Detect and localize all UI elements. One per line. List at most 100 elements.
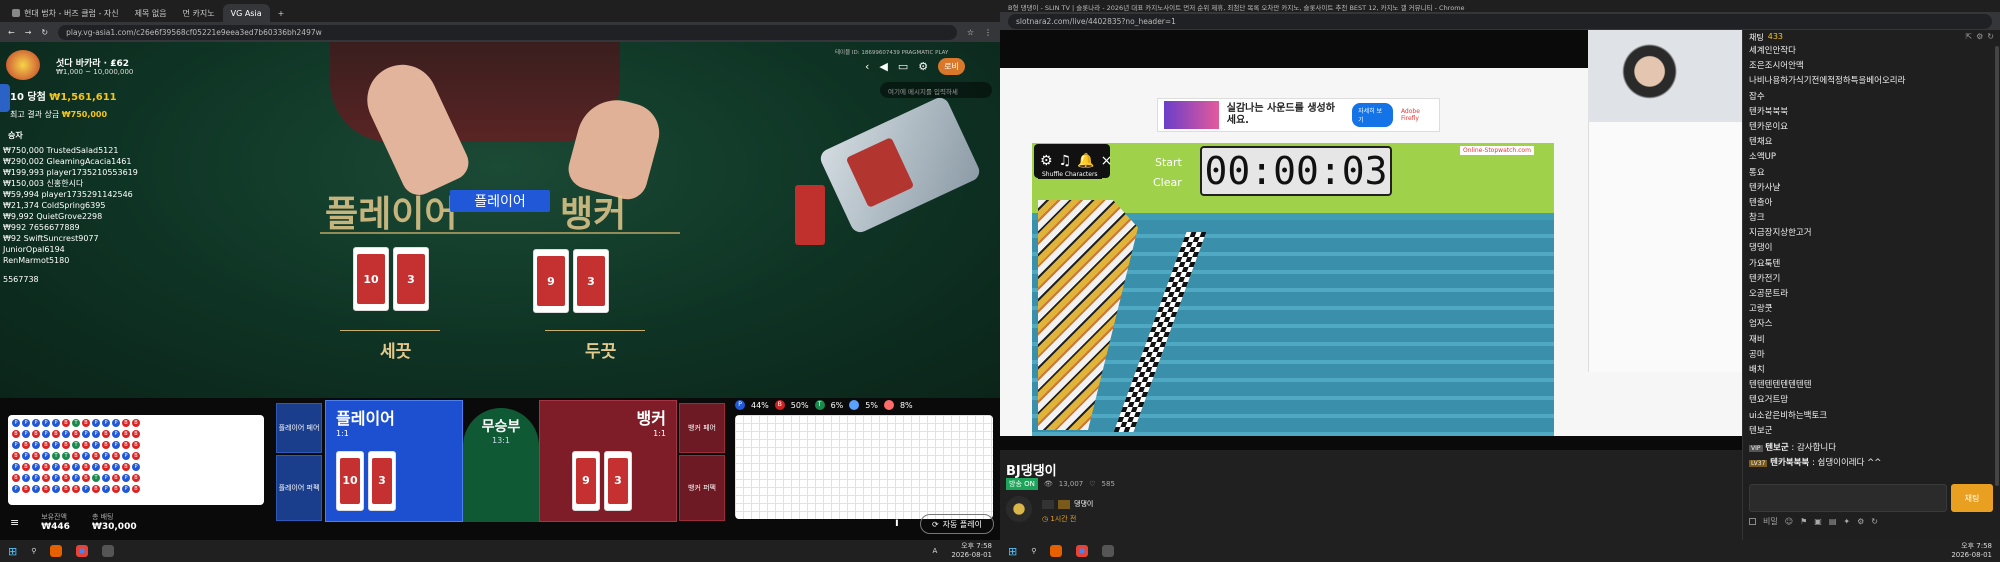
flag-icon[interactable]: ⚑ [1800,517,1807,526]
windows-start-icon[interactable]: ⊞ [8,545,17,558]
collapse-icon[interactable]: ‹ [865,60,869,73]
stat-pp-icon [849,400,860,410]
bead-road: PPPPPBTBPPPBBBPBPBPBPPBPBBPBPBPBTBPBPBBB… [8,415,264,505]
streamer-tag: 댕댕이 [1042,499,1093,509]
chat-scrollbar[interactable] [1995,46,1999,486]
bead: B [32,452,40,460]
total-bet-label: 총 배팅 [91,513,114,521]
bell-icon[interactable]: 🔔 [1077,153,1094,169]
url-field[interactable]: play.vg-asia1.com/c26e6f39568cf05221e9ee… [58,24,957,40]
url-text: play.vg-asia1.com/c26e6f39568cf05221e9ee… [66,27,322,37]
clock[interactable]: 오후 7:58 2026-08-01 [1951,542,2000,560]
chat-username[interactable]: 텐보군 [1765,443,1788,453]
left-browser-window: 현대 법차 - 버즈 클럽 - 자신 제목 없음 먼 카지노 VG Asia +… [0,0,1000,562]
menu-icon[interactable]: ≡ [10,516,19,529]
back-icon[interactable]: ← [8,28,15,37]
chrome-icon[interactable] [76,545,89,557]
live-badge: 방송 ON [1006,478,1038,490]
stats-bar: P 44% B 50% T 6% 5% 8% [735,398,997,412]
lobby-button[interactable]: 로비 [938,58,965,75]
menu-icon[interactable]: ⋮ [984,28,992,37]
bead-row: PBPBPBTBPBPBB [11,440,261,451]
bet-tie[interactable]: 무승부 13:1 [463,408,539,522]
video-icon[interactable]: ▣ [1814,517,1822,526]
winner-row: JuniorOpal6194 [3,245,65,254]
player-card-1: 10 [353,247,389,311]
bead: B [132,441,140,449]
forward-icon[interactable]: → [25,28,32,37]
site-mark: Online-Stopwatch.com [1460,146,1534,155]
secret-checkbox[interactable] [1749,518,1756,525]
tab-1[interactable]: 현대 법차 - 버즈 클럽 - 자신 [4,4,127,22]
search-icon[interactable]: ⚲ [31,547,36,555]
music-icon[interactable]: ♫ [1059,153,1072,169]
ad-brand: Adobe Firefly [1400,108,1420,122]
chat-settings-icon[interactable]: ⚙ [1976,32,1983,41]
refresh-icon[interactable]: ↻ [1871,517,1878,526]
new-tab-button[interactable]: + [270,4,293,22]
firefox-icon[interactable] [50,545,63,557]
info-button[interactable]: i [895,516,899,529]
tab-label: 먼 카지노 [182,8,215,18]
chrome-icon[interactable] [1076,545,1089,557]
bead: P [52,463,60,471]
ad-button[interactable]: 자세히 보기 [1352,103,1393,127]
tab-3[interactable]: 먼 카지노 [175,4,223,22]
ad-banner[interactable]: 실감나는 사운드를 생성하세요. 자세히 보기 Adobe Firefly [1157,98,1440,132]
start-button[interactable]: Start [1155,156,1182,169]
search-icon[interactable]: ⚲ [1031,547,1036,555]
language-indicator[interactable]: A [933,547,938,555]
bead: T [92,474,100,482]
app-icon[interactable] [1102,545,1115,557]
settings-icon[interactable]: ⚙ [1857,517,1864,526]
reload-icon[interactable]: ↻ [41,28,48,37]
shuffle-label[interactable]: Shuffle Characters [1038,170,1102,179]
chat-input[interactable] [1749,484,1947,512]
bet-banker[interactable]: 뱅커 1:1 9 3 [539,400,677,522]
bead: P [52,474,60,482]
clock-date: 2026-08-01 [951,551,992,559]
settings-icon[interactable]: ⚙ [1040,153,1053,169]
side-label: 뱅커 퍼펙 [688,484,716,492]
emoji-icon[interactable]: ☺ [1785,517,1793,526]
clear-button[interactable]: Clear [1153,176,1182,189]
tab-2[interactable]: 제목 없음 [127,4,175,22]
bead: P [32,485,40,493]
side-toggle-button[interactable] [0,84,10,112]
gift-icon[interactable]: ✦ [1843,517,1850,526]
side-label: 플레이어 페어 [278,424,320,432]
streamer-avatar[interactable] [1006,496,1032,522]
win-panel: 10 당첨 ₩1,561,611 [10,88,117,103]
chat-input[interactable]: 여기에 메시지를 입력하세 [880,82,992,98]
tab-favicon-icon [12,9,20,17]
app-icon[interactable] [102,545,115,557]
star-icon[interactable]: ☆ [967,28,974,37]
tag-user[interactable]: 댕댕이 [1074,499,1093,509]
banker-side-perfect[interactable]: 뱅커 퍼펙 [679,455,725,521]
player-side-perfect[interactable]: 플레이어 퍼펙 [276,455,322,521]
banker-side-pair[interactable]: 뱅커 페어 [679,403,725,453]
game-logo [6,50,40,80]
image-icon[interactable]: ▤ [1829,517,1837,526]
chat-username[interactable]: 텐카북북북 [1770,458,1809,468]
bead: B [62,474,70,482]
firefox-icon[interactable] [1050,545,1063,557]
url-field[interactable]: slotnara2.com/live/4402835?no_header=1 [1008,13,1992,29]
autoplay-button[interactable]: ⟳ 자동 플레이 [920,514,994,534]
chat-message: 재비 [1749,334,1765,345]
close-icon[interactable]: × [1101,153,1113,169]
clock[interactable]: 오후 7:58 2026-08-01 [951,542,1000,560]
settings-icon[interactable]: ⚙ [918,60,928,73]
volume-icon[interactable]: ◀ [879,60,887,73]
bead: P [82,452,90,460]
popout-icon[interactable]: ⇱ [1965,32,1972,41]
card-value: 10 [357,254,385,304]
windows-start-icon[interactable]: ⊞ [1008,545,1017,558]
chat-icon[interactable]: ▭ [898,60,908,73]
chat-message: 엄자스 [1749,319,1773,330]
bet-player[interactable]: 플레이어 1:1 10 3 [325,400,463,522]
player-side-pair[interactable]: 플레이어 페어 [276,403,322,453]
refresh-icon[interactable]: ↻ [1987,32,1994,41]
tab-4-active[interactable]: VG Asia [222,4,270,22]
chat-send-button[interactable]: 채팅 [1951,484,1993,512]
